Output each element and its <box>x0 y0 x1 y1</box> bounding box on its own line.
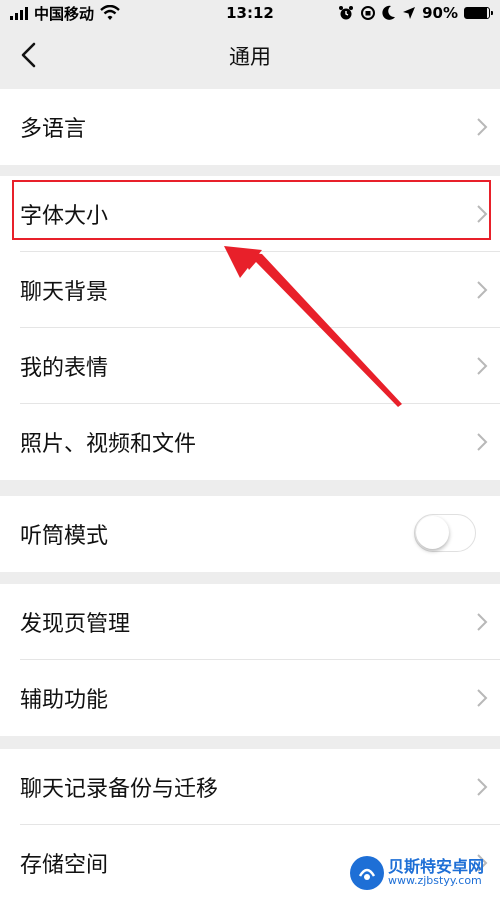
status-bar: 中国移动 13:12 90% <box>0 0 500 26</box>
chevron-right-icon <box>477 613 488 631</box>
chevron-right-icon <box>477 433 488 451</box>
chevron-right-icon <box>477 778 488 796</box>
chevron-right-icon <box>477 281 488 299</box>
watermark-url: www.zjbstyy.com <box>388 874 482 888</box>
watermark-logo <box>350 855 384 890</box>
settings-row-accessibility[interactable]: 辅助功能 <box>0 660 500 736</box>
settings-group-discover: 发现页管理 辅助功能 <box>0 584 500 736</box>
settings-row-chat-background[interactable]: 聊天背景 <box>0 252 500 328</box>
row-label: 多语言 <box>20 117 87 142</box>
carrier-label: 中国移动 <box>34 4 95 23</box>
navigation-bar: 通用 <box>0 26 500 86</box>
toggle-knob <box>416 516 449 549</box>
row-label: 我的表情 <box>20 356 109 381</box>
chevron-right-icon <box>477 118 488 136</box>
row-label: 辅助功能 <box>20 688 109 713</box>
settings-row-earpiece-mode: 听筒模式 <box>0 496 500 572</box>
settings-row-media-files[interactable]: 照片、视频和文件 <box>0 404 500 480</box>
watermark: 贝斯特安卓网 www.zjbstyy.com <box>350 852 500 893</box>
moon-icon <box>382 5 396 20</box>
settings-row-my-stickers[interactable]: 我的表情 <box>0 328 500 404</box>
row-label: 存储空间 <box>20 853 109 878</box>
earpiece-mode-toggle[interactable] <box>414 514 476 552</box>
annotation-highlight-box <box>12 180 491 240</box>
wifi-icon <box>100 5 120 20</box>
battery-icon <box>464 7 493 19</box>
row-label: 聊天背景 <box>20 280 109 305</box>
watermark-name: 贝斯特安卓网 <box>388 856 485 876</box>
alarm-icon <box>339 6 354 20</box>
chevron-left-icon[interactable] <box>14 40 44 70</box>
chevron-right-icon <box>477 689 488 707</box>
row-label: 照片、视频和文件 <box>20 432 197 457</box>
battery-percent: 90% <box>422 4 458 22</box>
row-label: 发现页管理 <box>20 612 131 637</box>
settings-row-chat-backup[interactable]: 聊天记录备份与迁移 <box>0 749 500 825</box>
settings-group-language: 多语言 <box>0 89 500 165</box>
location-icon <box>403 7 416 19</box>
signal-icon <box>10 6 28 20</box>
status-right: 90% <box>338 4 500 22</box>
row-label: 听筒模式 <box>20 524 109 549</box>
page-title: 通用 <box>229 45 271 69</box>
settings-row-discover-management[interactable]: 发现页管理 <box>0 584 500 660</box>
rotation-lock-icon <box>361 6 376 20</box>
row-label: 聊天记录备份与迁移 <box>20 777 219 802</box>
settings-group-earpiece: 听筒模式 <box>0 496 500 572</box>
chevron-right-icon <box>477 357 488 375</box>
status-left: 中国移动 <box>0 3 120 24</box>
settings-row-language[interactable]: 多语言 <box>0 89 500 165</box>
watermark-text: 贝斯特安卓网 www.zjbstyy.com <box>388 858 484 888</box>
